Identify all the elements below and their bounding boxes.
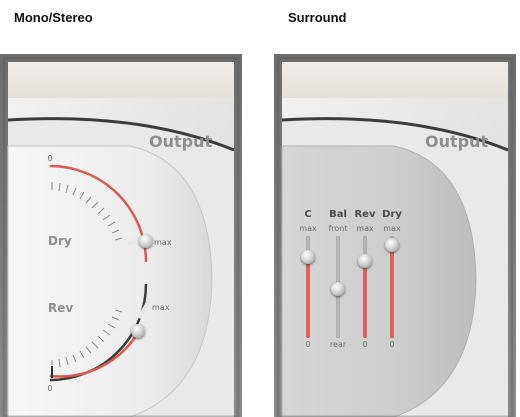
slider-dry-label: Dry bbox=[382, 209, 402, 220]
slider-bal-bottom-label: rear bbox=[329, 340, 347, 349]
slider-rev-label: Rev bbox=[354, 209, 376, 220]
output-label: Output bbox=[425, 132, 489, 151]
dry-max-label: max bbox=[154, 238, 172, 247]
surround-panel: Output C max 0 Bal front rear Rev max 0 … bbox=[274, 54, 516, 417]
slider-dry-bottom-label: 0 bbox=[389, 340, 395, 349]
slider-rev-fill bbox=[363, 258, 367, 338]
slider-bal-label: Bal bbox=[329, 209, 347, 220]
slider-rev-top-label: max bbox=[356, 224, 374, 233]
output-label: Output bbox=[149, 132, 213, 151]
slider-dry-top-label: max bbox=[383, 224, 401, 233]
panel-background bbox=[2, 56, 240, 417]
dry-knob[interactable] bbox=[139, 234, 153, 248]
rev-label: Rev bbox=[48, 301, 74, 315]
rev-knob[interactable] bbox=[131, 324, 145, 338]
slider-bal-top-label: front bbox=[328, 224, 348, 233]
mono-stereo-panel: Output 0 Dry max Rev max 0 bbox=[0, 54, 242, 417]
slider-bal-handle[interactable] bbox=[331, 282, 345, 296]
rev-min-label: 0 bbox=[47, 384, 53, 393]
slider-dry-handle[interactable] bbox=[385, 238, 399, 252]
slider-rev-bottom-label: 0 bbox=[362, 340, 368, 349]
slider-c-bottom-label: 0 bbox=[305, 340, 311, 349]
slider-c-top-label: max bbox=[299, 224, 317, 233]
dry-label: Dry bbox=[48, 234, 72, 248]
mono-stereo-heading: Mono/Stereo bbox=[14, 10, 93, 25]
slider-dry-fill bbox=[390, 244, 394, 338]
slider-c-label: C bbox=[304, 209, 312, 220]
dry-min-label: 0 bbox=[47, 154, 53, 163]
slider-c-handle[interactable] bbox=[301, 250, 315, 264]
slider-rev-handle[interactable] bbox=[358, 254, 372, 268]
slider-c-fill bbox=[306, 254, 310, 338]
surround-heading: Surround bbox=[288, 10, 347, 25]
panel-background bbox=[276, 56, 514, 417]
rev-max-label: max bbox=[152, 303, 170, 312]
